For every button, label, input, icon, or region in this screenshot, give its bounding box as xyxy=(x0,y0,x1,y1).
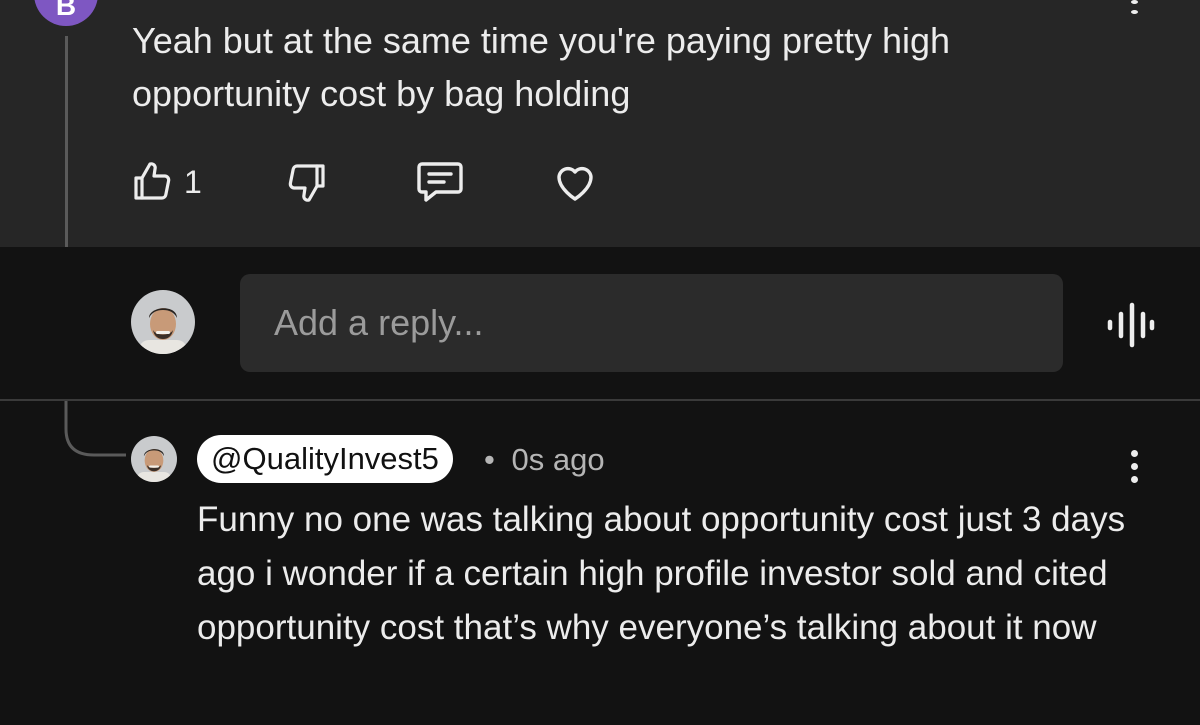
more-options-icon[interactable] xyxy=(1122,0,1146,14)
reply-button[interactable] xyxy=(414,158,466,206)
current-user-avatar xyxy=(131,290,195,354)
comment-text: Yeah but at the same time you're paying … xyxy=(132,20,951,114)
divider xyxy=(0,399,1200,401)
user-photo xyxy=(131,290,195,354)
voice-input-button[interactable] xyxy=(1104,302,1158,348)
reply-author-avatar[interactable] xyxy=(131,436,177,482)
timestamp: 0s ago xyxy=(511,442,605,477)
comment-thread-screen: B Yeah but at the same time you're payin… xyxy=(0,0,1200,725)
meta-separator: • xyxy=(484,442,495,477)
thread-line xyxy=(65,36,68,247)
parent-comment: B Yeah but at the same time you're payin… xyxy=(0,0,1200,247)
author-handle[interactable]: @QualityInvest5 xyxy=(197,435,453,483)
voice-waveform-icon xyxy=(1107,302,1155,348)
commenter-avatar[interactable]: B xyxy=(34,0,98,26)
reply-input[interactable] xyxy=(240,274,1063,372)
heart-button[interactable] xyxy=(551,158,599,206)
like-count: 1 xyxy=(184,163,202,200)
heart-icon xyxy=(557,166,593,201)
dislike-button[interactable] xyxy=(283,158,331,206)
reply-author-photo xyxy=(131,436,177,482)
reply-meta: • 0s ago xyxy=(484,438,605,482)
thread-connector xyxy=(64,401,126,457)
reply-text: Funny no one was talking about opportuni… xyxy=(197,500,1126,647)
avatar-initial: B xyxy=(55,0,77,21)
more-vertical-icon[interactable] xyxy=(1122,450,1146,490)
like-button[interactable]: 1 xyxy=(128,158,202,206)
comment-icon xyxy=(417,162,463,202)
thumbs-down-icon xyxy=(288,164,325,202)
thumbs-up-icon xyxy=(134,162,171,200)
